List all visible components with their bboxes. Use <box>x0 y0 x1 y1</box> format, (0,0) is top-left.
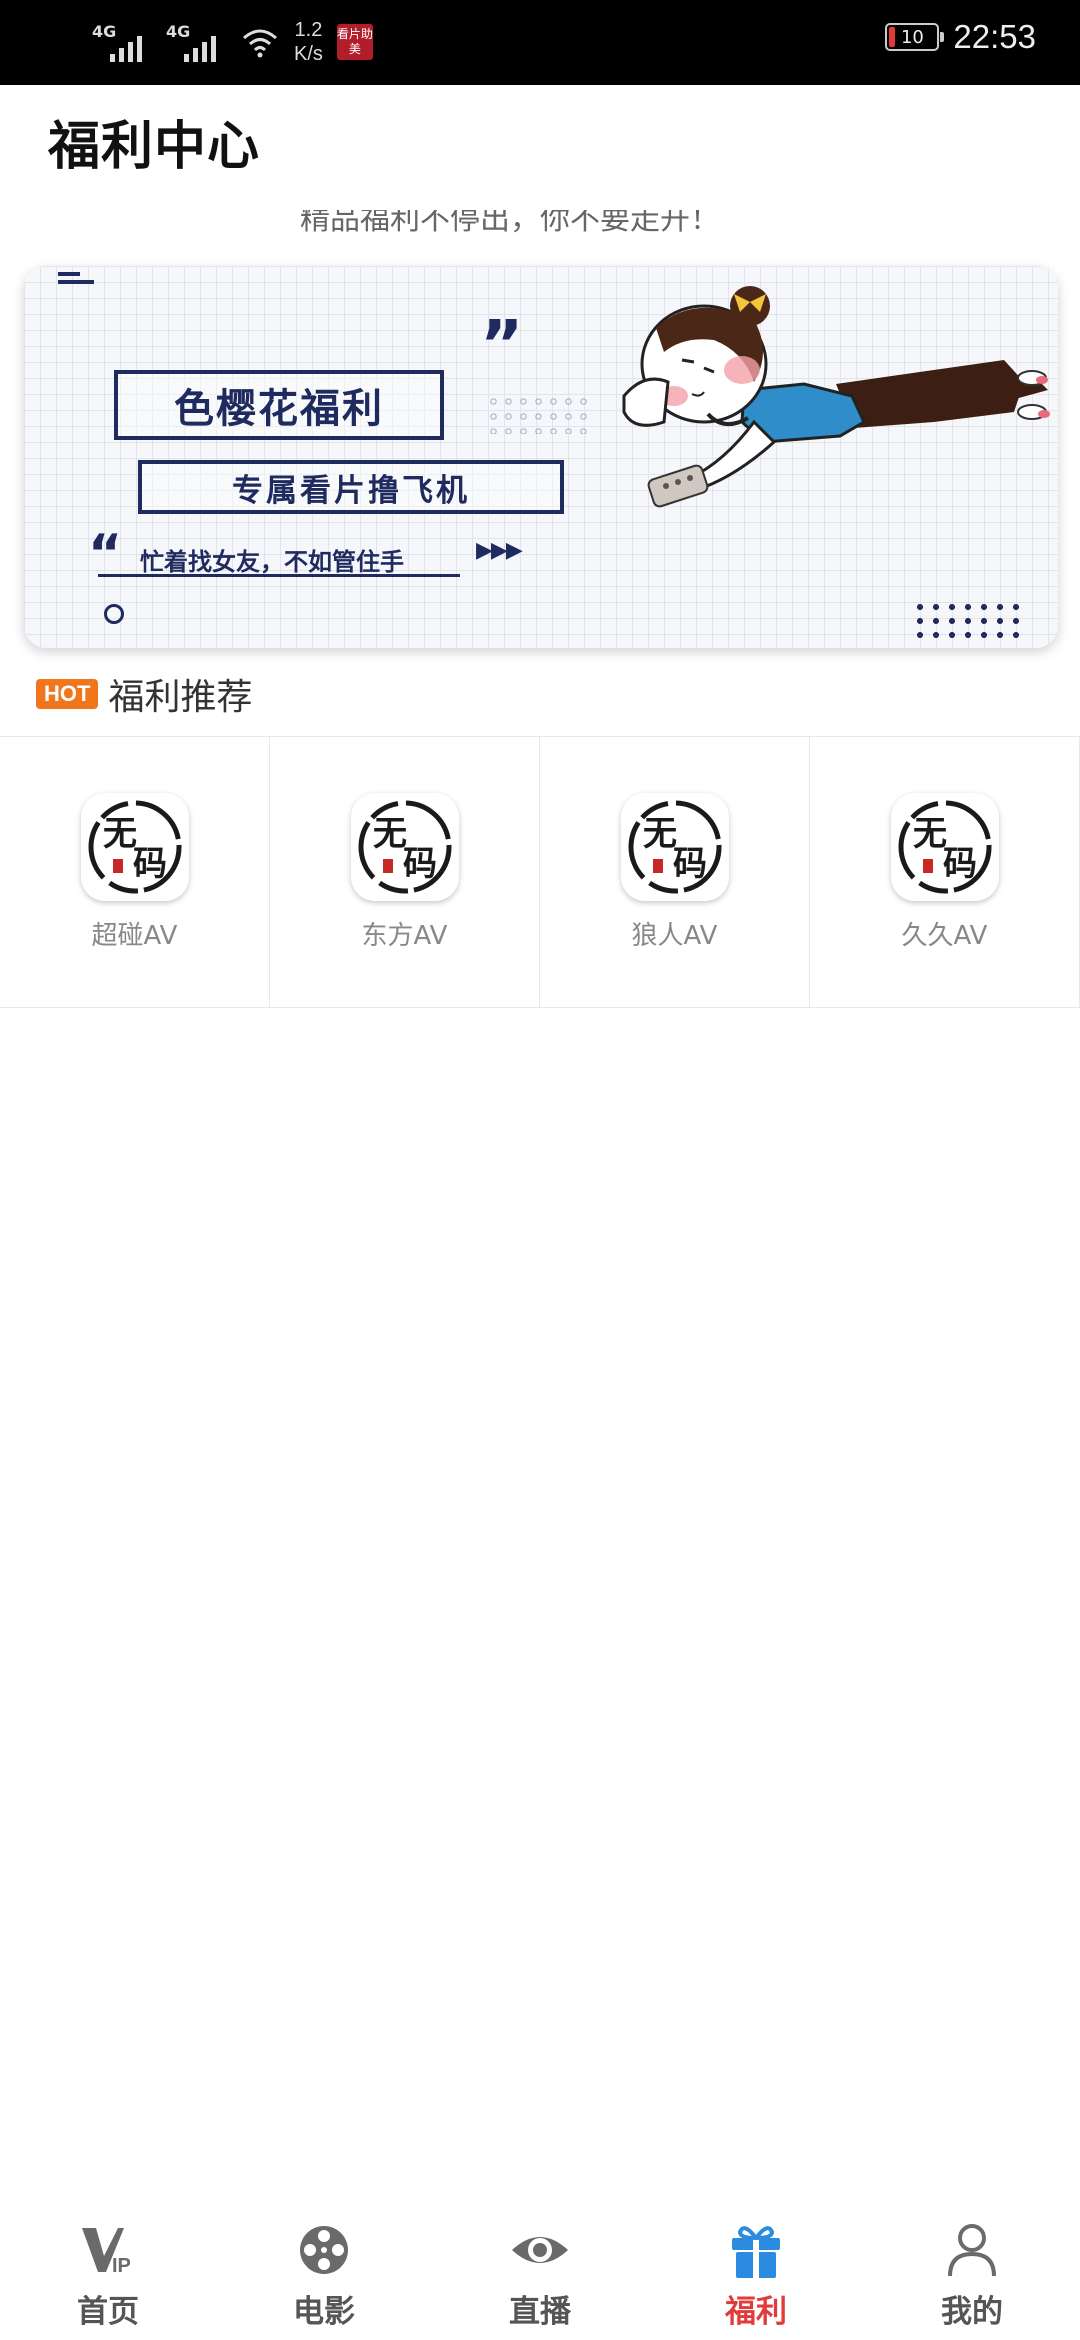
nav-item-profile[interactable]: 我的 <box>864 2200 1080 2340</box>
nav-item-welfare[interactable]: 福利 <box>648 2200 864 2340</box>
nav-label: 直播 <box>509 2294 571 2330</box>
banner-quote-open: “ <box>88 524 123 584</box>
nav-label: 电影 <box>293 2294 355 2330</box>
banner-underline <box>98 574 460 577</box>
app-tile[interactable]: 无 码 东方AV <box>270 737 540 1007</box>
svg-text:无: 无 <box>913 814 947 854</box>
app-logo-icon: 无 码 <box>350 793 459 901</box>
film-reel-icon <box>300 2226 348 2274</box>
network-speed-value: 1.2 <box>294 19 323 41</box>
svg-text:IP: IP <box>112 2255 131 2277</box>
banner-title: 色樱花福利 <box>114 370 444 440</box>
banner-decor-ring <box>104 604 124 624</box>
network-speed-unit: K/s <box>294 43 323 65</box>
svg-text:无: 无 <box>643 814 677 854</box>
svg-text:无: 无 <box>103 814 137 854</box>
section-header: HOT 福利推荐 <box>36 668 252 720</box>
app-grid: 无 码 超碰AV 无 码 东方AV 无 码 狼人AV 无 码 久久AV <box>0 736 1080 1008</box>
cellular-signal-icon: 4G <box>92 20 152 64</box>
bottom-nav: IP 首页 电影 直播 福利 我的 <box>0 2200 1080 2340</box>
nav-item-movies[interactable]: 电影 <box>216 2200 432 2340</box>
banner-arrows: ▶▶▶ <box>476 538 523 563</box>
app-logo-icon: 无 码 <box>890 793 999 901</box>
section-title: 福利推荐 <box>108 677 253 718</box>
banner-decor-bars <box>58 272 94 288</box>
app-logo-icon: 无 码 <box>80 793 189 901</box>
status-bar: 4G 4G 1.2 K/s 看片助美 10 22:53 <box>0 0 1080 85</box>
clock: 22:53 <box>953 18 1036 55</box>
app-label: 超碰AV <box>91 921 178 951</box>
svg-text:无: 无 <box>373 814 407 854</box>
nav-label: 福利 <box>725 2294 787 2330</box>
banner-subtitle: 专属看片撸飞机 <box>138 460 564 514</box>
banner-cartoon-girl-illustration <box>622 286 1050 508</box>
app-label: 东方AV <box>361 921 448 951</box>
svg-text:码: 码 <box>943 844 977 884</box>
app-label: 久久AV <box>901 921 988 951</box>
nav-item-home[interactable]: IP 首页 <box>0 2200 216 2340</box>
app-logo-icon: 无 码 <box>620 793 729 901</box>
gift-icon <box>732 2226 780 2278</box>
network-speed: 1.2 K/s <box>294 18 323 66</box>
svg-text:码: 码 <box>673 844 707 884</box>
notification-app-icon: 看片助美 <box>336 24 373 60</box>
svg-text:码: 码 <box>133 844 167 884</box>
notice-text: 精品福利不停出，你不要走开！ <box>300 210 720 234</box>
status-left: 4G 4G 1.2 K/s 看片助美 <box>92 18 373 66</box>
promo-banner[interactable]: ” 色樱花福利 专属看片撸飞机 “ 忙着找女友，不如管住手 ▶▶▶ <box>24 266 1058 648</box>
nav-label: 首页 <box>77 2294 139 2330</box>
vip-icon: IP <box>82 2228 131 2277</box>
user-icon <box>948 2224 996 2277</box>
app-tile[interactable]: 无 码 久久AV <box>810 737 1080 1007</box>
app-tile[interactable]: 无 码 超碰AV <box>0 737 270 1007</box>
battery-icon: 10 <box>885 23 945 51</box>
wifi-icon <box>240 22 280 62</box>
notice-ticker[interactable]: 精品福利不停出，你不要走开！ <box>300 210 780 234</box>
banner-decor-dots <box>486 394 594 434</box>
status-right: 10 22:53 <box>885 18 1036 56</box>
app-tile[interactable]: 无 码 狼人AV <box>540 737 810 1007</box>
eye-icon <box>512 2237 568 2263</box>
banner-tagline: 忙着找女友，不如管住手 <box>140 548 404 576</box>
page-title: 福利中心 <box>48 117 261 177</box>
hot-badge: HOT <box>36 679 99 709</box>
app-label: 狼人AV <box>631 921 718 951</box>
svg-text:码: 码 <box>403 844 437 884</box>
nav-item-live[interactable]: 直播 <box>432 2200 648 2340</box>
nav-label: 我的 <box>941 2294 1003 2330</box>
banner-quote-close: ” <box>480 306 524 383</box>
cellular-signal-icon: 4G <box>166 20 226 64</box>
